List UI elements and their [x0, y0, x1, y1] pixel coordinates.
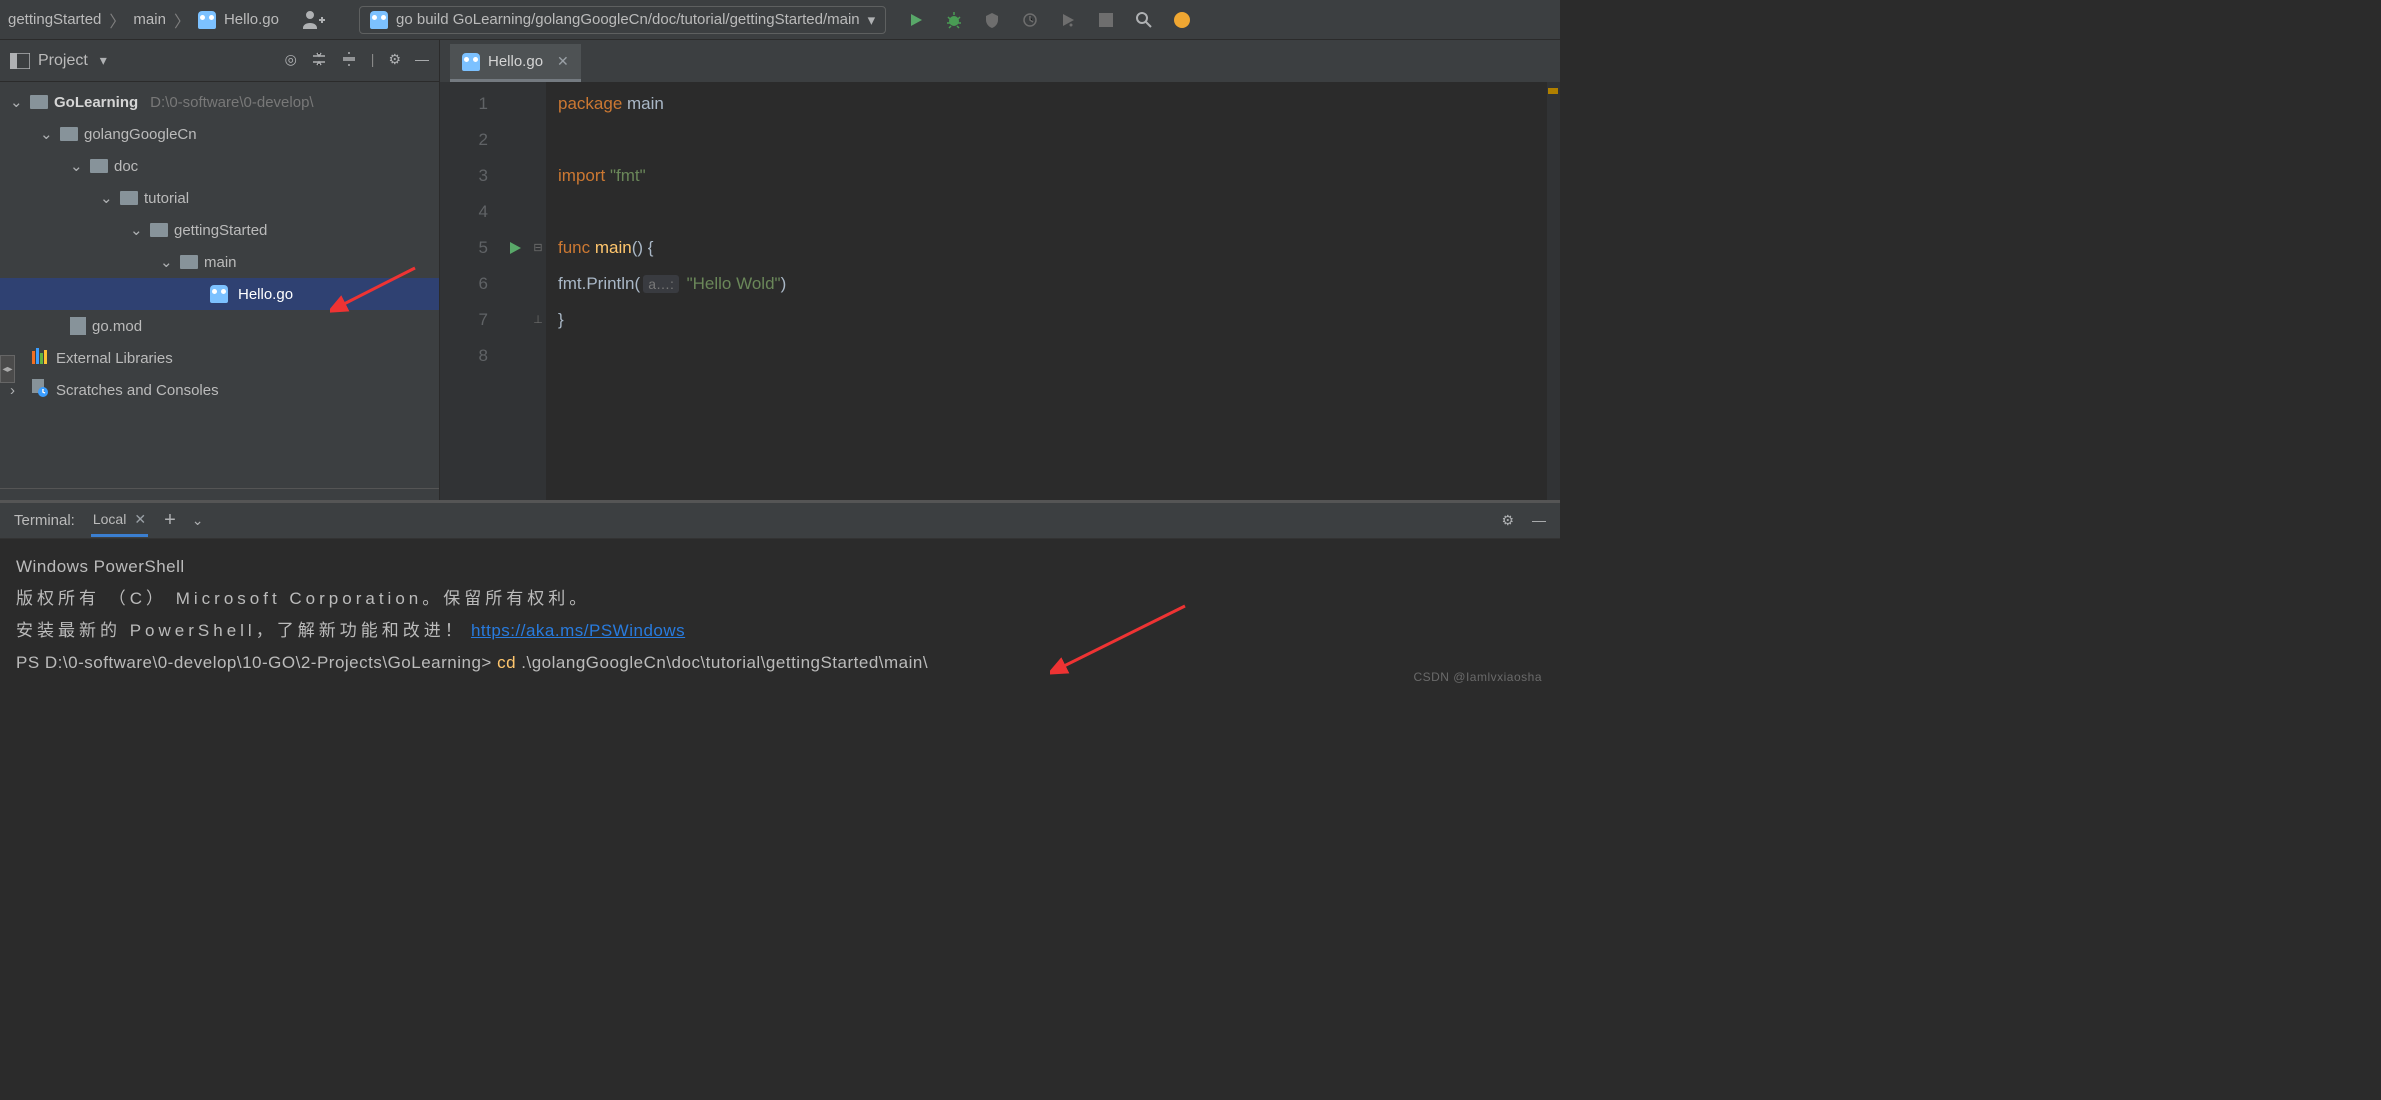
editor-area: Hello.go ✕ 1234 5678 ⊟⊥ package main imp…: [440, 40, 1560, 500]
dropdown-icon[interactable]: ▾: [100, 52, 107, 69]
minimize-icon[interactable]: —: [415, 51, 429, 70]
tree-file-hello[interactable]: Hello.go: [0, 278, 439, 310]
sidebar-scrollbar[interactable]: [0, 488, 439, 500]
main-area: Project ▾ ◎ | ⚙ — ⌄ GoLearning D:\0-soft…: [0, 40, 1560, 500]
run-button[interactable]: [906, 10, 926, 30]
editor-tab-hello[interactable]: Hello.go ✕: [450, 44, 581, 82]
tab-label: Hello.go: [488, 53, 543, 70]
target-icon[interactable]: ◎: [285, 51, 297, 70]
tab-label: Local: [93, 511, 126, 527]
close-icon[interactable]: ✕: [134, 511, 146, 528]
tree-label: doc: [114, 158, 138, 175]
tree-folder[interactable]: ⌄ golangGoogleCn: [0, 118, 439, 150]
tree-label: go.mod: [92, 318, 142, 335]
tree-folder[interactable]: ⌄ tutorial: [0, 182, 439, 214]
coverage-button[interactable]: [982, 10, 1002, 30]
panel-title[interactable]: Project: [38, 52, 88, 70]
tree-label: gettingStarted: [174, 222, 267, 239]
param-hint: a…:: [643, 275, 679, 293]
run-line-icon[interactable]: [500, 230, 530, 266]
go-file-icon: [462, 53, 480, 71]
term-line: 安装最新的 PowerShell，了解新功能和改进！ https://aka.m…: [16, 615, 1544, 647]
top-toolbar: gettingStarted 〉 main 〉 Hello.go go buil…: [0, 0, 1560, 40]
tree-path: D:\0-software\0-develop\: [150, 94, 313, 111]
terminal-output[interactable]: Windows PowerShell 版权所有 （C） Microsoft Co…: [0, 539, 1560, 691]
fold-column[interactable]: ⊟⊥: [530, 82, 546, 500]
term-prompt-line[interactable]: PS D:\0-software\0-develop\10-GO\2-Proje…: [16, 647, 1544, 679]
tree-file-gomod[interactable]: go.mod: [0, 310, 439, 342]
tree-scratches[interactable]: › Scratches and Consoles: [0, 374, 439, 406]
project-view-icon: [10, 53, 30, 69]
line-numbers: 1234 5678: [440, 82, 500, 500]
chevron-right-icon: 〉: [109, 8, 125, 32]
terminal-header: Terminal: Local ✕ + ⌄ ⚙ —: [0, 501, 1560, 539]
file-icon: [70, 317, 86, 335]
dropdown-icon: ▾: [868, 11, 876, 29]
attach-button[interactable]: [1058, 10, 1078, 30]
term-line: Windows PowerShell: [16, 551, 1544, 583]
terminal-panel: Terminal: Local ✕ + ⌄ ⚙ — Windows PowerS…: [0, 500, 1560, 691]
close-icon[interactable]: ✕: [557, 53, 569, 70]
go-file-icon: [198, 11, 216, 29]
tree-label: main: [204, 254, 237, 271]
tree-folder[interactable]: ⌄ main: [0, 246, 439, 278]
update-icon[interactable]: [1172, 10, 1192, 30]
gutter-icons[interactable]: [500, 82, 530, 500]
watermark: CSDN @Iamlvxiaosha: [1413, 670, 1542, 684]
expand-icon[interactable]: [341, 51, 357, 70]
scratch-icon: [30, 379, 50, 401]
debug-button[interactable]: [944, 10, 964, 30]
tree-root[interactable]: ⌄ GoLearning D:\0-software\0-develop\: [0, 86, 439, 118]
tree-label: GoLearning: [54, 94, 138, 111]
breadcrumb-seg[interactable]: Hello.go: [224, 11, 279, 28]
tree-label: golangGoogleCn: [84, 126, 197, 143]
library-icon: [30, 348, 50, 368]
search-icon[interactable]: [1134, 10, 1154, 30]
project-sidebar: Project ▾ ◎ | ⚙ — ⌄ GoLearning D:\0-soft…: [0, 40, 440, 500]
stop-button: [1096, 10, 1116, 30]
project-tree[interactable]: ⌄ GoLearning D:\0-software\0-develop\ ⌄ …: [0, 82, 439, 488]
project-panel-header: Project ▾ ◎ | ⚙ —: [0, 40, 439, 82]
code-editor[interactable]: 1234 5678 ⊟⊥ package main import "fmt" f…: [440, 82, 1560, 500]
collapse-icon[interactable]: [311, 51, 327, 70]
breadcrumb[interactable]: gettingStarted 〉 main 〉 Hello.go: [0, 8, 279, 32]
dropdown-icon[interactable]: ⌄: [192, 512, 204, 529]
profile-button[interactable]: [1020, 10, 1040, 30]
tree-label: External Libraries: [56, 350, 173, 367]
code-body[interactable]: package main import "fmt" func main() { …: [546, 82, 1560, 500]
editor-ruler[interactable]: [1546, 82, 1560, 500]
breadcrumb-seg[interactable]: main: [133, 11, 166, 28]
terminal-title: Terminal:: [14, 512, 75, 529]
run-config-selector[interactable]: go build GoLearning/golangGoogleCn/doc/t…: [359, 6, 886, 34]
gear-icon[interactable]: ⚙: [388, 51, 401, 70]
go-icon: [370, 11, 388, 29]
user-icon[interactable]: [299, 8, 329, 32]
tree-label: Hello.go: [238, 286, 293, 303]
tree-label: Scratches and Consoles: [56, 382, 219, 399]
chevron-right-icon: 〉: [174, 8, 190, 32]
side-tool-handle[interactable]: ◂▸: [0, 355, 15, 383]
warning-marker[interactable]: [1548, 88, 1558, 94]
run-config-label: go build GoLearning/golangGoogleCn/doc/t…: [396, 11, 860, 28]
tree-folder[interactable]: ⌄ doc: [0, 150, 439, 182]
tree-external-libs[interactable]: › External Libraries: [0, 342, 439, 374]
minimize-icon[interactable]: —: [1532, 512, 1546, 529]
powershell-link[interactable]: https://aka.ms/PSWindows: [471, 621, 685, 640]
editor-tabs: Hello.go ✕: [440, 40, 1560, 82]
go-file-icon: [210, 285, 228, 303]
terminal-tab-local[interactable]: Local ✕: [91, 505, 148, 537]
run-actions: [906, 10, 1202, 30]
gear-icon[interactable]: ⚙: [1501, 512, 1514, 529]
new-terminal-button[interactable]: +: [164, 509, 176, 532]
breadcrumb-seg[interactable]: gettingStarted: [8, 11, 101, 28]
tree-folder[interactable]: ⌄ gettingStarted: [0, 214, 439, 246]
tree-label: tutorial: [144, 190, 189, 207]
term-line: 版权所有 （C） Microsoft Corporation。保留所有权利。: [16, 583, 1544, 615]
